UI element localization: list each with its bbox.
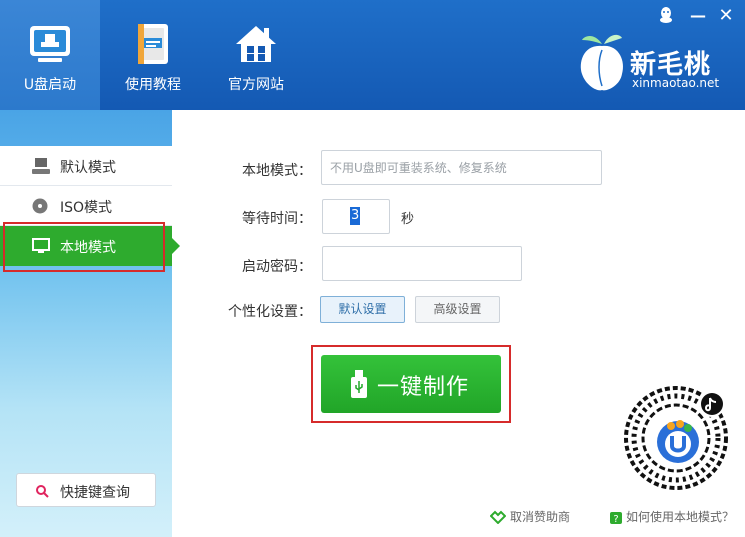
brand-url: xinmaotao.net — [632, 76, 720, 90]
tab-tutorial[interactable]: 使用教程 — [103, 0, 203, 110]
how-to-use-link[interactable]: ? 如何使用本地模式？ — [610, 508, 734, 525]
sidebar-item-default-mode[interactable]: 默认模式 — [0, 146, 172, 186]
tab-website-label: 官方网站 — [228, 77, 284, 93]
custom-settings-label: 个性化设置： — [228, 304, 312, 320]
one-click-make-button[interactable]: 一键制作 — [321, 355, 501, 413]
usb-boot-icon — [30, 26, 70, 62]
tab-usb-boot[interactable]: U盘启动 — [0, 0, 100, 110]
wait-time-unit: 秒 — [401, 212, 415, 227]
usb-drive-icon — [351, 370, 367, 398]
sidebar-item-label: 默认模式 — [60, 160, 116, 176]
default-settings-button[interactable]: 默认设置 — [320, 296, 405, 323]
boot-password-label: 启动密码： — [242, 259, 312, 275]
svg-text:?: ? — [613, 514, 618, 524]
hotkey-query-label: 快捷键查询 — [60, 485, 130, 501]
help-icon: ? — [610, 512, 622, 525]
mode-list: 默认模式 ISO模式 本地模式 — [0, 146, 180, 266]
house-icon — [236, 26, 276, 62]
tab-tutorial-label: 使用教程 — [125, 77, 181, 93]
disc-icon — [32, 198, 48, 214]
close-button[interactable]: ✕ — [716, 6, 736, 26]
sidebar-item-label: ISO模式 — [60, 200, 113, 216]
boot-password-input[interactable] — [322, 246, 522, 281]
search-icon — [36, 485, 49, 498]
tab-usb-boot-label: U盘启动 — [23, 77, 77, 93]
computer-icon — [32, 158, 50, 174]
minimize-button[interactable]: — — [688, 6, 708, 26]
local-mode-input[interactable] — [321, 150, 602, 185]
how-to-use-label: 如何使用本地模式？ — [626, 510, 735, 524]
qq-button[interactable] — [656, 6, 676, 26]
cancel-sponsor-label: 取消赞助商 — [510, 510, 571, 524]
sidebar-item-label: 本地模式 — [60, 240, 116, 256]
advanced-settings-button[interactable]: 高级设置 — [415, 296, 500, 323]
hotkey-query-button[interactable]: 快捷键查询 — [16, 473, 156, 507]
handshake-icon — [489, 510, 507, 525]
sidebar-item-iso-mode[interactable]: ISO模式 — [0, 186, 172, 226]
header-bar: U盘启动 使用教程 官方网站 — ✕ 新毛桃 xinmaotao.net — [0, 0, 745, 110]
one-click-make-label: 一键制作 — [377, 375, 470, 400]
cancel-sponsor-link[interactable]: 取消赞助商 — [489, 508, 571, 525]
sidebar-item-local-mode[interactable]: 本地模式 — [0, 226, 180, 266]
brand-logo: 新毛桃 xinmaotao.net — [576, 30, 736, 94]
tab-website[interactable]: 官方网站 — [206, 0, 306, 110]
qr-code-icon — [624, 386, 728, 490]
wait-time-value: 3 — [351, 208, 360, 223]
peach-logo-icon — [580, 34, 624, 91]
monitor-icon — [32, 238, 50, 253]
qq-icon — [660, 7, 672, 23]
wait-time-label: 等待时间： — [242, 211, 312, 227]
local-mode-label: 本地模式： — [242, 163, 312, 179]
book-icon — [138, 24, 168, 64]
